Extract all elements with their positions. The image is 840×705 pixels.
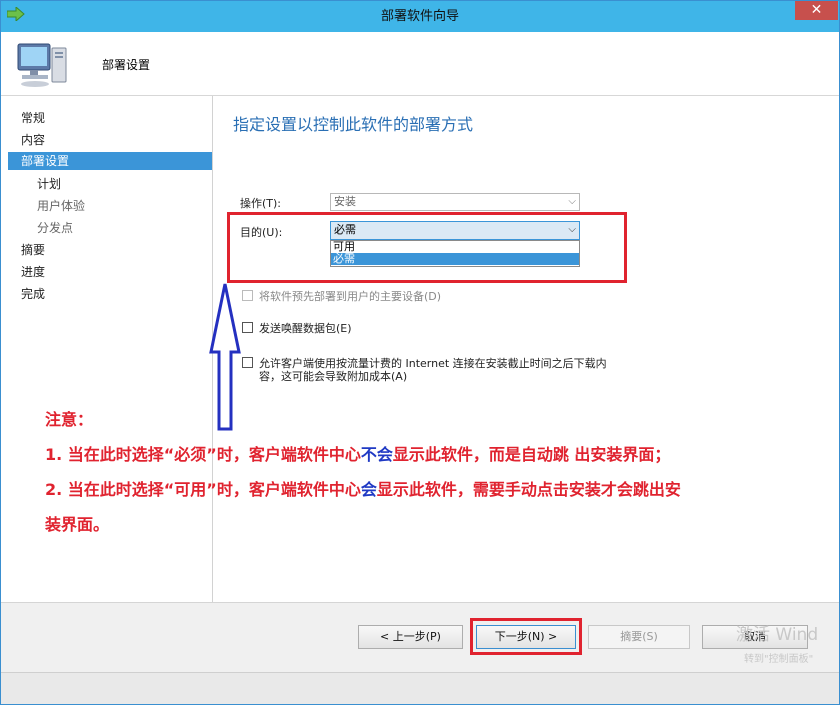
annotation-line-1-a: 1. 当在此时选择“必须”时，客户端软件中心 — [45, 445, 361, 464]
wizard-sidebar: 常规 内容 部署设置 计划 用户体验 分发点 摘要 进度 完成 — [1, 96, 213, 672]
action-label: 操作(T): — [240, 197, 282, 210]
computer-icon — [17, 43, 67, 87]
status-bar — [1, 672, 839, 704]
summary-button[interactable]: 摘要(S) — [588, 625, 690, 649]
annotation-line-1-highlight: 不会 — [360, 445, 393, 464]
annotation-line-2: 2. 当在此时选择“可用”时，客户端软件中心会显示此软件，需要手动点击安装才会跳… — [45, 476, 681, 500]
purpose-highlight-box — [227, 212, 627, 283]
action-select-value: 安装 — [334, 195, 356, 208]
metered-connection-checkbox-label-line2: 容，这可能会导致附加成本(A) — [259, 370, 408, 383]
sidebar-item-completion[interactable]: 完成 — [8, 285, 212, 303]
action-select[interactable]: 安装 ⌵ — [330, 193, 580, 211]
forward-arrow-icon — [7, 7, 25, 21]
sidebar-item-deployment-settings[interactable]: 部署设置 — [8, 152, 212, 170]
activation-watermark: 激活 Wind — [736, 625, 819, 645]
main-panel — [213, 96, 839, 672]
annotation-line-1-c: 显示此软件，而是自动跳 出安装界面； — [392, 445, 671, 464]
sidebar-item-general[interactable]: 常规 — [8, 109, 212, 127]
chevron-down-icon: ⌵ — [568, 196, 576, 207]
activation-watermark-sub: 转到"控制面板" — [744, 654, 814, 665]
sidebar-item-user-experience[interactable]: 用户体验 — [8, 197, 212, 215]
predeploy-checkbox-label: 将软件预先部署到用户的主要设备(D) — [259, 290, 442, 303]
wake-packet-checkbox[interactable] — [242, 322, 253, 333]
sidebar-item-progress[interactable]: 进度 — [8, 263, 212, 281]
predeploy-checkbox[interactable] — [242, 290, 253, 301]
next-highlight-box — [470, 618, 582, 655]
previous-button[interactable]: < 上一步(P) — [358, 625, 463, 649]
annotation-heading: 注意： — [45, 410, 94, 429]
annotation-line-2-highlight: 会 — [360, 480, 377, 499]
annotation-line-1: 1. 当在此时选择“必须”时，客户端软件中心不会显示此软件，而是自动跳 出安装界… — [45, 441, 670, 465]
title-bar: 部署软件向导 — [1, 1, 839, 32]
page-header-title: 部署设置 — [102, 58, 151, 72]
up-arrow-icon — [209, 283, 241, 431]
annotation-line-2-c: 显示此软件，需要手动点击安装才会跳出安 — [376, 480, 681, 499]
annotation-line-2-a: 2. 当在此时选择“可用”时，客户端软件中心 — [45, 480, 361, 499]
sidebar-item-schedule[interactable]: 计划 — [8, 175, 212, 193]
annotation-line-3: 装界面。 — [45, 515, 110, 534]
sidebar-item-summary[interactable]: 摘要 — [8, 241, 212, 259]
sidebar-item-distribution-points[interactable]: 分发点 — [8, 219, 212, 237]
metered-connection-checkbox[interactable] — [242, 357, 253, 368]
close-button[interactable]: ✕ — [795, 1, 838, 20]
page-title: 指定设置以控制此软件的部署方式 — [233, 115, 474, 134]
sidebar-item-content[interactable]: 内容 — [8, 131, 212, 149]
window-title: 部署软件向导 — [380, 9, 459, 24]
wake-packet-checkbox-label: 发送唤醒数据包(E) — [259, 322, 352, 335]
